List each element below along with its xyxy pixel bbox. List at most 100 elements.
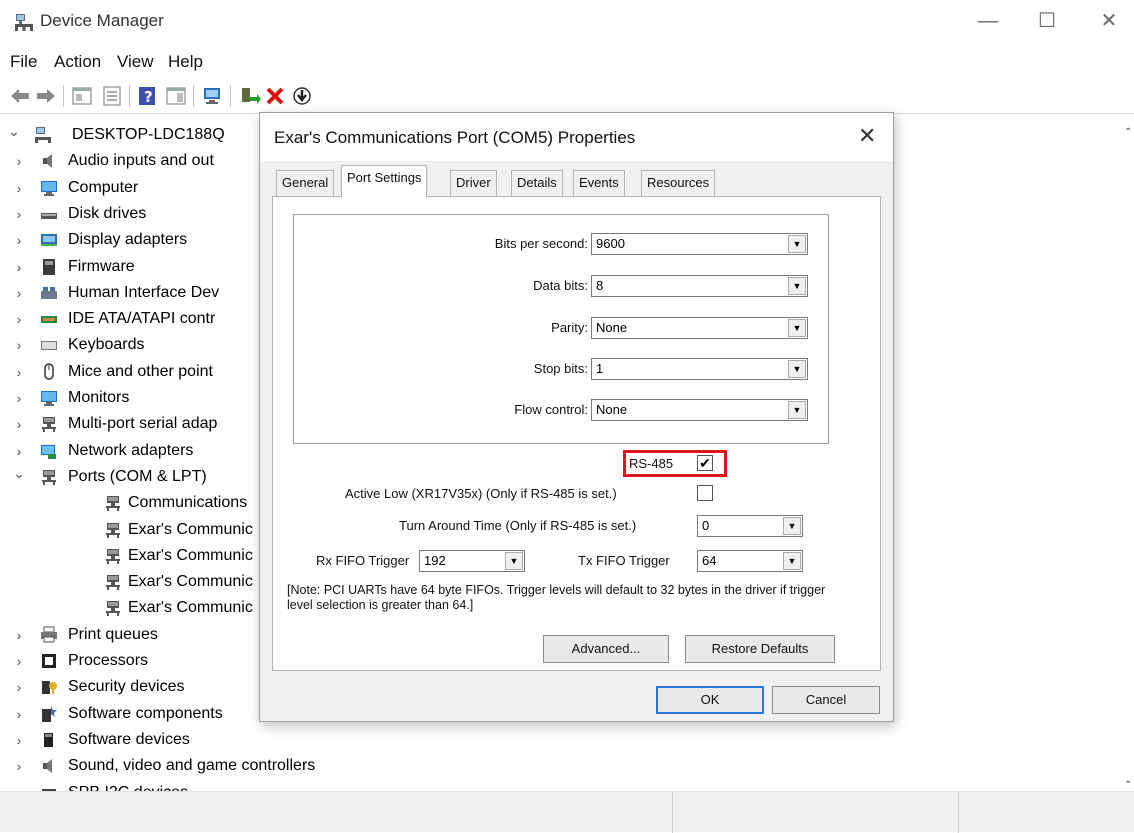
chevron-right-icon[interactable]: ›	[12, 727, 26, 753]
show-hide-console-tree-icon[interactable]	[70, 85, 94, 107]
cancel-button[interactable]: Cancel	[772, 686, 880, 714]
active-low-label: Active Low (XR17V35x) (Only if RS-485 is…	[345, 486, 617, 501]
hid-icon	[41, 286, 57, 299]
uninstall-device-icon[interactable]	[263, 85, 287, 107]
rx-fifo-select[interactable]: 192 ▼	[419, 550, 525, 572]
vertical-scrollbar[interactable]: ⌃ ⌄	[1122, 115, 1134, 791]
turnaround-time-select[interactable]: 0 ▼	[697, 515, 803, 537]
chevron-right-icon[interactable]: ›	[12, 227, 26, 253]
menu-help[interactable]: Help	[168, 52, 203, 72]
port-icon	[106, 496, 120, 512]
monitor-icon	[41, 391, 57, 406]
restore-defaults-button[interactable]: Restore Defaults	[685, 635, 835, 663]
help-icon[interactable]: ?	[136, 85, 160, 107]
tab-events[interactable]: Events	[573, 170, 625, 196]
maximize-button[interactable]: ☐	[1024, 6, 1070, 36]
chevron-right-icon[interactable]: ›	[12, 622, 26, 648]
dialog-title: Exar's Communications Port (COM5) Proper…	[274, 128, 636, 147]
advanced-button[interactable]: Advanced...	[543, 635, 669, 663]
tree-item-label: Network adapters	[68, 441, 194, 459]
tab-resources[interactable]: Resources	[641, 170, 716, 196]
toolbar: ?	[0, 78, 1134, 114]
chevron-down-icon[interactable]: ▼	[788, 401, 806, 419]
chevron-right-icon[interactable]: ›	[12, 148, 26, 174]
menu-file[interactable]: File	[10, 52, 37, 72]
back-arrow-icon[interactable]	[8, 85, 32, 107]
chevron-right-icon[interactable]: ›	[12, 385, 26, 411]
parity-label: Parity:	[551, 320, 588, 335]
tree-item-label: Sound, video and game controllers	[68, 757, 316, 775]
mouse-icon	[44, 362, 54, 380]
action-pane-icon[interactable]	[164, 85, 188, 107]
parity-select[interactable]: None ▼	[591, 317, 808, 339]
menu-action[interactable]: Action	[54, 52, 101, 72]
scroll-down-icon[interactable]: ⌄	[1124, 775, 1132, 786]
spb-icon	[42, 788, 56, 791]
status-bar	[0, 791, 1134, 833]
chevron-down-icon[interactable]: ▼	[783, 552, 801, 570]
chevron-right-icon[interactable]: ›	[12, 648, 26, 674]
tree-item-label: Monitors	[68, 389, 130, 406]
flow-control-select[interactable]: None ▼	[591, 399, 808, 421]
ok-button[interactable]: OK	[656, 686, 764, 714]
tab-driver[interactable]: Driver	[450, 170, 497, 196]
display-adapter-icon	[41, 234, 57, 247]
bits-per-second-select[interactable]: 9600 ▼	[591, 233, 808, 255]
tx-fifo-select[interactable]: 64 ▼	[697, 550, 803, 572]
port-icon	[106, 548, 120, 564]
title-bar: Device Manager — ☐ ✕	[0, 0, 1134, 44]
tab-details[interactable]: Details	[511, 170, 563, 196]
menu-view[interactable]: View	[117, 52, 154, 72]
chevron-down-icon[interactable]: ⌄	[7, 118, 21, 144]
update-driver-icon[interactable]	[237, 85, 261, 107]
chevron-down-icon[interactable]: ▼	[788, 277, 806, 295]
chevron-down-icon[interactable]: ⌄	[12, 460, 26, 486]
chevron-down-icon[interactable]: ▼	[788, 235, 806, 253]
chevron-right-icon[interactable]: ›	[12, 280, 26, 306]
dialog-close-button[interactable]: ✕	[858, 123, 876, 149]
tree-item-label: Software components	[68, 704, 223, 722]
data-bits-label: Data bits:	[533, 278, 588, 293]
tab-general[interactable]: General	[276, 170, 335, 196]
tab-port-settings[interactable]: Port Settings	[341, 165, 428, 197]
chevron-right-icon[interactable]: ›	[12, 201, 26, 227]
tree-item-label: Disk drives	[68, 204, 147, 222]
tree-item-label: Display adapters	[68, 231, 188, 249]
stop-bits-label: Stop bits:	[533, 361, 588, 376]
rs485-checkbox[interactable]: ✔	[697, 455, 713, 471]
chevron-right-icon[interactable]: ›	[12, 254, 26, 280]
chevron-down-icon[interactable]: ▼	[783, 517, 801, 535]
tree-item-label: Mice and other point	[68, 362, 213, 380]
scroll-up-icon[interactable]: ⌃	[1124, 127, 1132, 138]
close-button[interactable]: ✕	[1086, 6, 1132, 36]
chevron-right-icon[interactable]: ›	[12, 753, 26, 779]
keyboard-icon	[41, 341, 57, 351]
active-low-checkbox[interactable]	[697, 485, 713, 501]
chevron-right-icon[interactable]: ›	[12, 674, 26, 700]
enable-device-icon[interactable]	[290, 85, 314, 107]
tree-item-label: Exar's Communic	[128, 520, 253, 538]
stop-bits-select[interactable]: 1 ▼	[591, 358, 808, 380]
chevron-down-icon[interactable]: ▼	[788, 360, 806, 378]
tree-item-label: Human Interface Dev	[68, 283, 220, 301]
chevron-right-icon[interactable]: ›	[12, 175, 26, 201]
chevron-right-icon[interactable]: ›	[12, 411, 26, 437]
window-title: Device Manager	[40, 11, 164, 30]
forward-arrow-icon[interactable]	[34, 85, 58, 107]
rx-fifo-label: Rx FIFO Trigger	[316, 553, 410, 568]
chevron-right-icon[interactable]: ›	[12, 780, 26, 792]
chevron-right-icon[interactable]: ›	[12, 359, 26, 385]
chevron-right-icon[interactable]: ›	[12, 332, 26, 358]
minimize-button[interactable]: —	[965, 6, 1011, 36]
data-bits-select[interactable]: 8 ▼	[591, 275, 808, 297]
chevron-right-icon[interactable]: ›	[12, 701, 26, 727]
tree-item-label: Exar's Communic	[128, 599, 253, 617]
chevron-down-icon[interactable]: ▼	[788, 319, 806, 337]
tree-root-label: DESKTOP-LDC188Q	[72, 126, 225, 143]
scan-hardware-icon[interactable]	[201, 85, 225, 107]
chevron-down-icon[interactable]: ▼	[505, 552, 523, 570]
properties-icon[interactable]	[100, 85, 124, 107]
rs485-label: RS-485	[629, 456, 674, 471]
menu-bar: File Action View Help	[0, 44, 1134, 76]
chevron-right-icon[interactable]: ›	[12, 306, 26, 332]
